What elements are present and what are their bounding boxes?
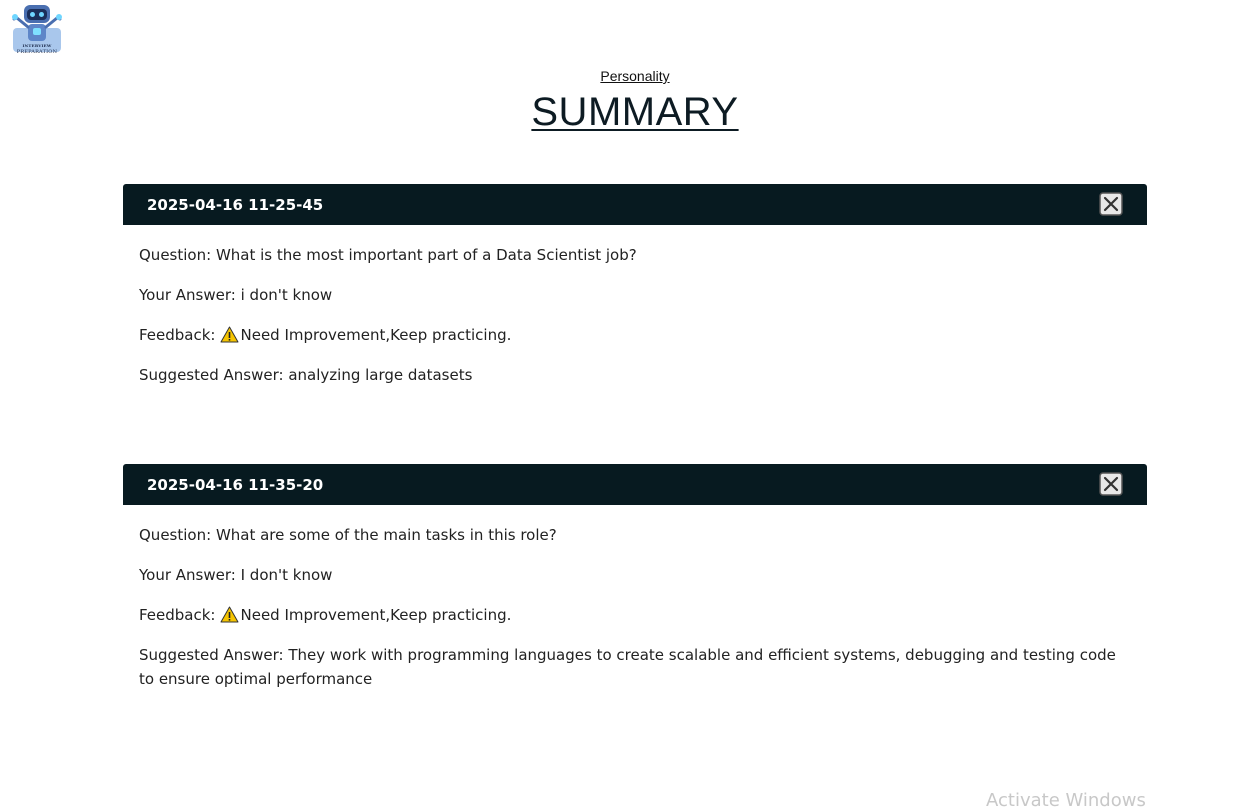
card-header: 2025-04-16 11-35-20 bbox=[123, 464, 1147, 505]
answer-text: I don't know bbox=[240, 566, 333, 584]
answer-row: Your Answer: I don't know bbox=[139, 563, 1131, 587]
summary-card: 2025-04-16 11-25-45 Question: What is th… bbox=[123, 184, 1147, 403]
feedback-text: Need Improvement,Keep practicing. bbox=[240, 606, 512, 624]
page-title: SUMMARY bbox=[0, 90, 1246, 135]
feedback-row: Feedback: Need Improvement,Keep practici… bbox=[139, 323, 1131, 347]
feedback-row: Feedback: Need Improvement,Keep practici… bbox=[139, 603, 1131, 627]
close-icon bbox=[1099, 192, 1123, 216]
suggested-answer-row: Suggested Answer: analyzing large datase… bbox=[139, 363, 1131, 387]
close-button[interactable] bbox=[1099, 472, 1123, 496]
card-timestamp: 2025-04-16 11-35-20 bbox=[147, 476, 324, 494]
category-link-wrapper: Personality bbox=[0, 68, 1246, 84]
question-row: Question: What are some of the main task… bbox=[139, 523, 1131, 547]
feedback-label: Feedback: bbox=[139, 326, 216, 344]
suggested-answer-text: They work with programming languages to … bbox=[139, 646, 1116, 688]
answer-label: Your Answer: bbox=[139, 286, 236, 304]
logo-line-2: PREPARATION bbox=[16, 49, 58, 55]
suggested-answer-label: Suggested Answer: bbox=[139, 646, 284, 664]
question-label: Question: bbox=[139, 526, 212, 544]
suggested-answer-label: Suggested Answer: bbox=[139, 366, 284, 384]
card-timestamp: 2025-04-16 11-25-45 bbox=[147, 196, 324, 214]
warning-icon bbox=[220, 326, 238, 343]
summary-page: INTERVIEW PREPARATION Personality SUMMAR… bbox=[0, 0, 1246, 810]
close-icon bbox=[1099, 472, 1123, 496]
feedback-text: Need Improvement,Keep practicing. bbox=[240, 326, 512, 344]
card-header: 2025-04-16 11-25-45 bbox=[123, 184, 1147, 225]
summary-card: 2025-04-16 11-35-20 Question: What are s… bbox=[123, 464, 1147, 707]
question-row: Question: What is the most important par… bbox=[139, 243, 1131, 267]
feedback-label: Feedback: bbox=[139, 606, 216, 624]
question-text: What are some of the main tasks in this … bbox=[215, 526, 557, 544]
answer-label: Your Answer: bbox=[139, 566, 236, 584]
question-label: Question: bbox=[139, 246, 212, 264]
close-button[interactable] bbox=[1099, 192, 1123, 216]
warning-icon bbox=[220, 606, 238, 623]
logo: INTERVIEW PREPARATION bbox=[11, 4, 63, 58]
activate-windows-watermark: Activate Windows bbox=[986, 790, 1146, 810]
question-text: What is the most important part of a Dat… bbox=[215, 246, 637, 264]
page-title-text: SUMMARY bbox=[531, 90, 739, 134]
card-body: Question: What is the most important par… bbox=[123, 225, 1147, 387]
suggested-answer-text: analyzing large datasets bbox=[288, 366, 473, 384]
category-link[interactable]: Personality bbox=[600, 68, 669, 84]
card-body: Question: What are some of the main task… bbox=[123, 505, 1147, 691]
logo-line-1: INTERVIEW bbox=[22, 43, 52, 48]
answer-text: i don't know bbox=[240, 286, 333, 304]
suggested-answer-row: Suggested Answer: They work with program… bbox=[139, 643, 1131, 691]
answer-row: Your Answer: i don't know bbox=[139, 283, 1131, 307]
